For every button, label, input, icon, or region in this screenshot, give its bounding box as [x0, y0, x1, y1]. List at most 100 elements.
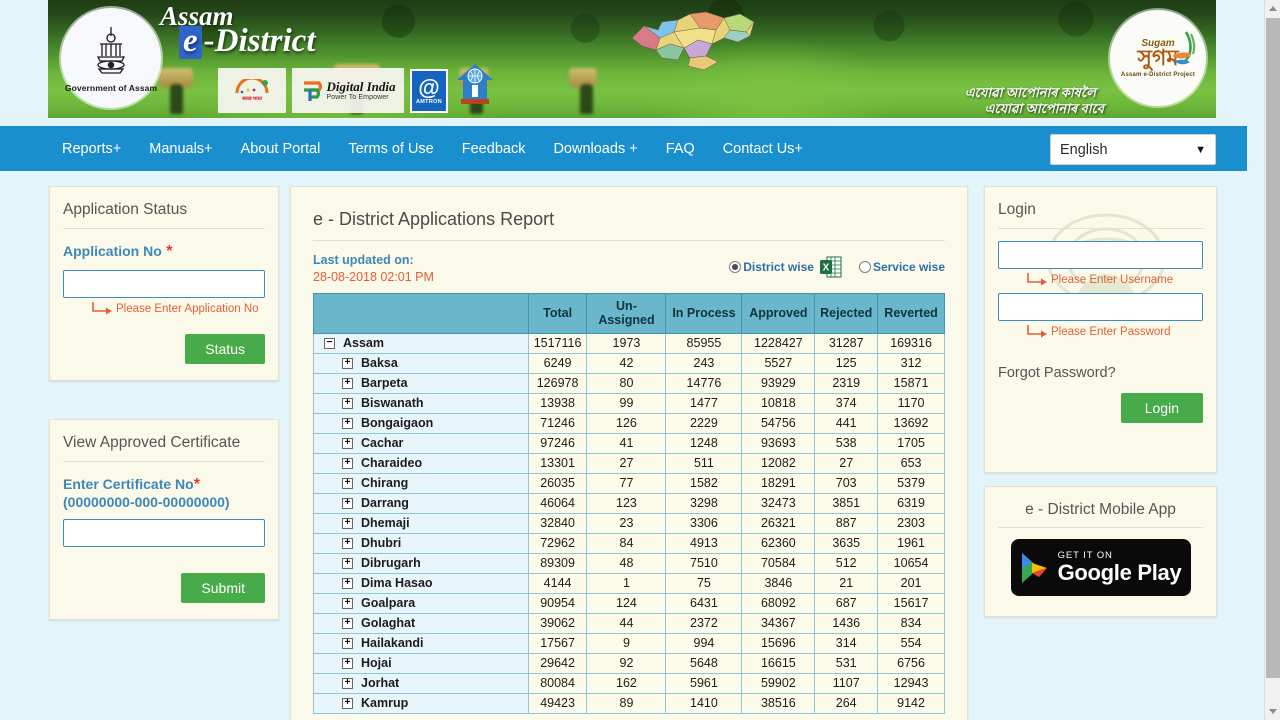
table-cell-approved: 1228427	[742, 333, 815, 353]
forgot-password-link[interactable]: Forgot Password?	[998, 365, 1203, 381]
google-play-badge[interactable]: GET IT ON Google Play	[1011, 539, 1191, 596]
column-header-total[interactable]: Total	[528, 294, 587, 334]
table-row-label: Jorhat	[361, 676, 399, 690]
radio-service-wise[interactable]	[859, 261, 871, 273]
table-cell-approved: 18291	[742, 473, 815, 493]
tree-expand-icon[interactable]: +	[342, 638, 353, 649]
tree-expand-icon[interactable]: +	[342, 458, 353, 469]
tree-expand-icon[interactable]: +	[342, 678, 353, 689]
table-row-name-cell: +Darrang	[314, 493, 529, 513]
tree-expand-icon[interactable]: +	[342, 578, 353, 589]
tree-expand-icon[interactable]: +	[342, 698, 353, 709]
certificate-no-input[interactable]	[63, 519, 265, 547]
table-cell-in-process: 3306	[666, 513, 742, 533]
nav-item-reports[interactable]: Reports+	[48, 141, 135, 157]
tree-expand-icon[interactable]: +	[342, 598, 353, 609]
excel-export-icon[interactable]: X	[819, 255, 843, 279]
tree-expand-icon[interactable]: +	[342, 558, 353, 569]
view-mode-district-label: District wise	[743, 260, 814, 274]
application-no-input[interactable]	[63, 270, 265, 298]
tree-expand-icon[interactable]: +	[342, 658, 353, 669]
view-mode-district-wise[interactable]: District wise	[729, 260, 814, 274]
required-asterisk: *	[166, 243, 172, 260]
table-cell-reverted: 834	[878, 613, 945, 633]
tree-expand-icon[interactable]: +	[342, 518, 353, 529]
svg-text:X: X	[823, 263, 830, 274]
nav-item-downloads[interactable]: Downloads +	[539, 141, 651, 157]
column-header-reverted[interactable]: Reverted	[878, 294, 945, 334]
table-row-label: Charaideo	[361, 456, 422, 470]
table-row-label: Dibrugarh	[361, 556, 421, 570]
table-row: +Cachar97246411248936935381705	[314, 433, 945, 453]
table-row-name-cell: +Chirang	[314, 473, 529, 493]
language-select[interactable]: English ▼	[1050, 134, 1216, 165]
tree-expand-icon[interactable]: +	[342, 358, 353, 369]
table-row-name-cell: +Biswanath	[314, 393, 529, 413]
chevron-down-icon: ▼	[1195, 144, 1206, 156]
table-cell-approved: 93693	[742, 433, 815, 453]
table-cell-rejected: 125	[815, 353, 878, 373]
tree-expand-icon[interactable]: +	[342, 498, 353, 509]
tree-expand-icon[interactable]: +	[342, 398, 353, 409]
nav-item-terms-of-use[interactable]: Terms of Use	[334, 141, 447, 157]
table-cell-total: 90954	[528, 593, 587, 613]
nav-item-faq[interactable]: FAQ	[652, 141, 709, 157]
table-row-label: Dima Hasao	[361, 576, 433, 590]
table-cell-rejected: 3851	[815, 493, 878, 513]
scroll-up-arrow-icon[interactable]	[1265, 0, 1280, 17]
table-cell-in-process: 2372	[666, 613, 742, 633]
table-cell-in-process: 14776	[666, 373, 742, 393]
banner-title-e: e	[179, 26, 202, 59]
table-cell-rejected: 887	[815, 513, 878, 533]
nav-item-feedback[interactable]: Feedback	[448, 141, 540, 157]
table-cell-total: 46064	[528, 493, 587, 513]
submit-button[interactable]: Submit	[181, 573, 265, 603]
swachh-bharat-icon	[234, 79, 270, 95]
banner-tagline-line2: এযোৱা আপোনাৰ বাবে	[984, 100, 1104, 118]
table-cell-approved: 10818	[742, 393, 815, 413]
nav-item-contact-us[interactable]: Contact Us+	[709, 141, 817, 157]
nav-item-manuals[interactable]: Manuals+	[135, 141, 226, 157]
table-cell-reverted: 5379	[878, 473, 945, 493]
table-cell-in-process: 1477	[666, 393, 742, 413]
tree-expand-icon[interactable]: +	[342, 378, 353, 389]
view-mode-service-wise[interactable]: Service wise	[859, 260, 945, 274]
tree-expand-icon[interactable]: +	[342, 438, 353, 449]
username-input[interactable]	[998, 241, 1203, 269]
digital-india-title: Digital India	[327, 80, 396, 94]
table-row-label: Cachar	[361, 436, 403, 450]
scroll-down-arrow-icon[interactable]	[1265, 703, 1280, 720]
table-row-label: Dhubri	[361, 536, 401, 550]
status-button[interactable]: Status	[185, 334, 265, 364]
login-button[interactable]: Login	[1121, 393, 1203, 423]
table-cell-in-process: 4913	[666, 533, 742, 553]
table-row-label: Barpeta	[361, 376, 408, 390]
table-cell-reverted: 2303	[878, 513, 945, 533]
tree-expand-icon[interactable]: +	[342, 538, 353, 549]
table-cell-approved: 38516	[742, 693, 815, 713]
tree-expand-icon[interactable]: +	[342, 478, 353, 489]
table-row-name-cell: +Hailakandi	[314, 633, 529, 653]
column-header-approved[interactable]: Approved	[742, 294, 815, 334]
table-row-label: Baksa	[361, 356, 398, 370]
column-header-name[interactable]	[314, 294, 529, 334]
nav-item-about-portal[interactable]: About Portal	[227, 141, 335, 157]
table-cell-rejected: 441	[815, 413, 878, 433]
table-row: +Barpeta126978801477693929231915871	[314, 373, 945, 393]
password-input[interactable]	[998, 293, 1203, 321]
tree-collapse-icon[interactable]: −	[324, 338, 335, 349]
column-header-unassigned[interactable]: Un-Assigned	[587, 294, 666, 334]
table-cell-unassigned: 162	[587, 673, 666, 693]
table-cell-reverted: 6319	[878, 493, 945, 513]
tree-expand-icon[interactable]: +	[342, 418, 353, 429]
tree-expand-icon[interactable]: +	[342, 618, 353, 629]
column-header-rejected[interactable]: Rejected	[815, 294, 878, 334]
scrollbar-thumb[interactable]	[1266, 18, 1280, 678]
page-vertical-scrollbar[interactable]	[1264, 0, 1280, 720]
table-cell-in-process: 1410	[666, 693, 742, 713]
table-cell-rejected: 687	[815, 593, 878, 613]
table-cell-total: 97246	[528, 433, 587, 453]
table-cell-unassigned: 99	[587, 393, 666, 413]
radio-district-wise[interactable]	[729, 261, 741, 273]
column-header-in-process[interactable]: In Process	[666, 294, 742, 334]
